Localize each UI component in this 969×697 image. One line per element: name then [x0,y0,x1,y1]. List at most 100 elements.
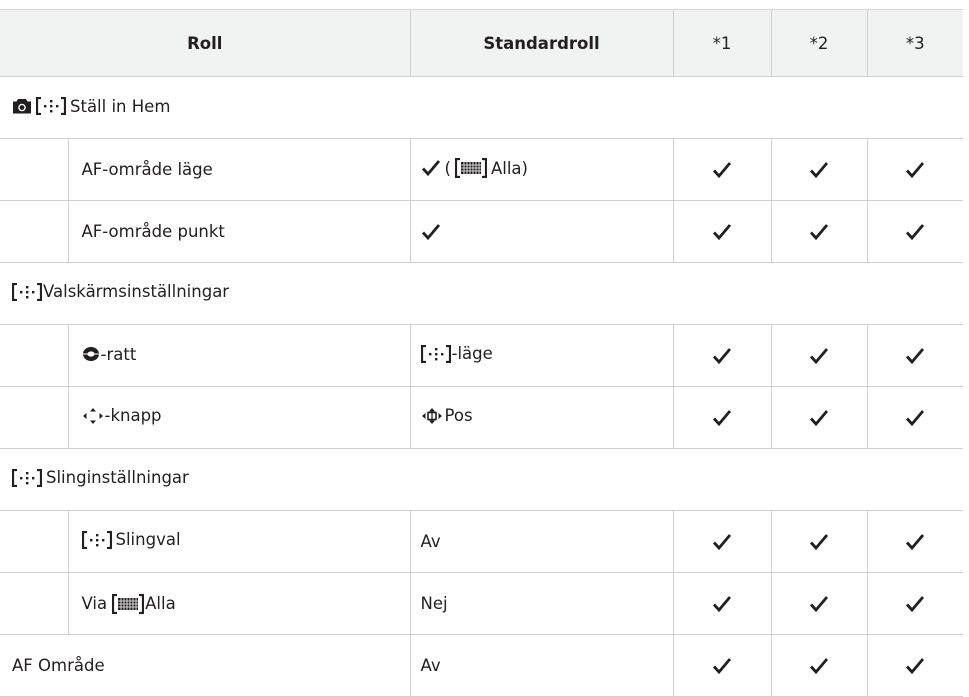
af-point-name: AF-område punkt [67,200,411,263]
check-cell-s3 [866,510,964,573]
check-cell-s1 [672,510,772,573]
check-icon [906,348,925,365]
af-target-icon [12,468,42,487]
check-icon [809,658,829,675]
via-name-prefix: Via [81,594,108,613]
check-cell-s2 [770,572,868,635]
indent-cell [0,324,68,387]
af-target-icon [420,344,451,363]
via-name-suffix: Alla [145,594,176,613]
check-cell-s3 [866,386,964,449]
af-point-standard [409,200,674,263]
arrow-pad-icon [421,407,442,424]
indent-cell [0,200,68,263]
check-icon [906,410,925,427]
af-target-icon [81,530,112,549]
indent-cell [0,572,68,635]
check-icon [421,160,440,177]
section-row-valskarm: Valskärmsinställningar [0,262,964,325]
ratt-name: -ratt [100,344,137,364]
check-icon [906,224,925,241]
check-icon [421,224,440,241]
check-cell-s1 [672,572,772,635]
table-row-af-omrade: AF Område Av [0,634,964,697]
check-cell-s3 [866,324,964,387]
check-cell-s1 [672,200,772,263]
camera-icon [13,99,31,114]
knapp-name-cell: -knapp [67,386,411,449]
check-icon [809,534,829,551]
check-cell-s1 [672,138,772,201]
check-cell-s2 [770,138,868,201]
check-cell-s1 [672,386,772,449]
indent-cell [0,138,68,201]
check-icon [906,162,925,179]
check-icon [809,348,829,365]
settings-table: Roll Standardroll *1 *2 *3 Ställ in Hem … [0,9,964,697]
header-star-3: *3 [866,9,964,77]
all-target-grid-icon [454,158,487,178]
section-sling: Slinginställningar [0,448,964,511]
af-mode-standard: ( Alla) [409,138,674,201]
check-cell-s1 [672,324,772,387]
slingval-name: Slingval [115,530,181,550]
check-icon [809,596,829,613]
af-mode-name: AF-område läge [67,138,411,201]
header-standardroll: Standardroll [409,9,674,77]
indent-cell [0,510,68,573]
section-valskarm-label: Valskärmsinställningar [43,282,230,302]
table-row-via: Via Alla Nej [0,572,964,635]
check-icon [712,596,732,613]
check-cell-s3 [866,200,964,263]
knapp-standard: Pos [409,386,674,449]
af-omrade-name: AF Område [0,634,411,697]
check-cell-s2 [770,386,868,449]
header-roll: Roll [0,9,411,77]
check-icon [712,410,732,427]
section-sling-label: Slinginställningar [46,468,189,488]
check-icon [712,534,732,551]
check-cell-s3 [866,572,964,635]
via-standard: Nej [409,572,674,635]
af-omrade-standard: Av [409,634,674,697]
section-home-label: Ställ in Hem [70,96,171,116]
check-cell-s1 [672,634,772,697]
section-valskarm: Valskärmsinställningar [0,262,964,325]
af-target-icon [12,282,42,301]
check-icon [906,658,925,675]
af-mode-std-prefix: ( [444,158,451,178]
check-icon [712,658,732,675]
table-row-slingval: Slingval Av [0,510,964,573]
slingval-name-cell: Slingval [67,510,411,573]
check-icon [712,162,732,179]
check-icon [906,534,925,551]
arrow-pad-icon [82,407,103,424]
check-cell-s2 [770,200,868,263]
dial-icon [82,347,99,362]
ratt-std-text: -läge [451,344,493,364]
all-target-grid-icon [112,593,145,614]
knapp-std-text: Pos [444,406,473,426]
table-row-ratt: -ratt -läge [0,324,964,387]
indent-cell [0,386,68,449]
check-cell-s2 [770,324,868,387]
check-icon [712,224,732,241]
section-home: Ställ in Hem [0,76,964,139]
section-row-sling: Slinginställningar [0,448,964,511]
check-cell-s3 [866,634,964,697]
ratt-name-cell: -ratt [67,324,411,387]
ratt-standard: -läge [409,324,674,387]
af-mode-std-suffix: Alla) [490,158,528,178]
check-cell-s3 [866,138,964,201]
section-row-home: Ställ in Hem [0,76,964,139]
header-star-1: *1 [672,9,772,77]
table-header-row: Roll Standardroll *1 *2 *3 [0,9,964,77]
knapp-name: -knapp [104,406,162,426]
check-cell-s2 [770,634,868,697]
table-row-knapp: -knapp Pos [0,386,964,449]
slingval-standard: Av [409,510,674,573]
header-star-2: *2 [770,9,868,77]
check-icon [712,348,732,365]
af-target-icon [36,97,66,116]
table-row-af-point: AF-område punkt [0,200,964,263]
